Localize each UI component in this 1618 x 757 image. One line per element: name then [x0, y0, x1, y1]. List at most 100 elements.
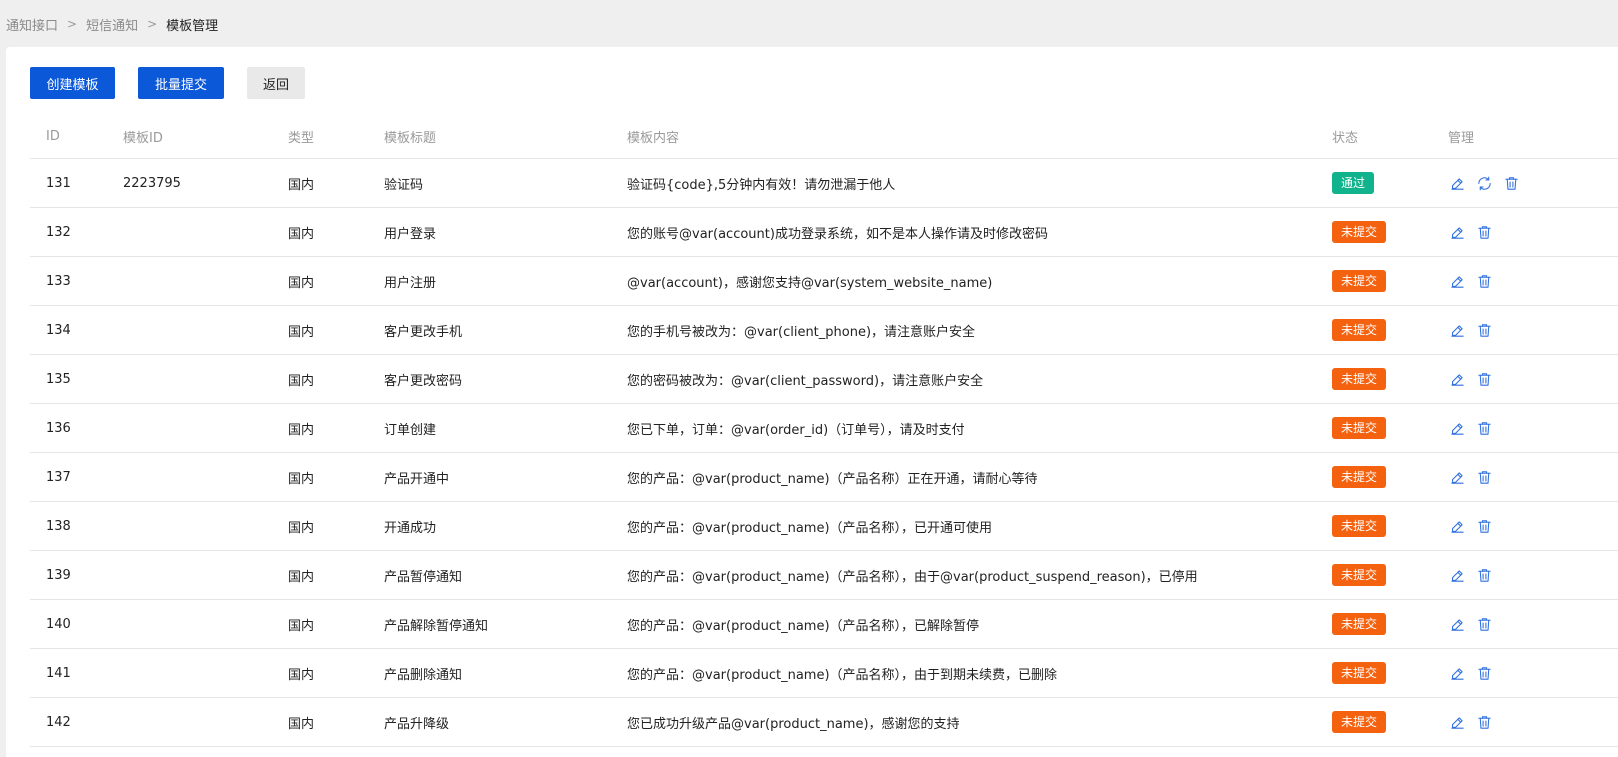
- cell-title: 订单创建: [384, 422, 437, 438]
- cell-content: 您的产品：@var(product_name)（产品名称），已开通可使用: [627, 520, 993, 536]
- cell-id: 134: [46, 322, 71, 338]
- delete-icon[interactable]: [1475, 321, 1493, 339]
- cell-title: 产品升降级: [384, 716, 450, 732]
- cell-title: 用户登录: [384, 226, 437, 242]
- cell-status: 未提交: [1332, 368, 1448, 390]
- delete-icon[interactable]: [1475, 713, 1493, 731]
- chevron-right-icon: >: [67, 17, 78, 31]
- edit-icon[interactable]: [1448, 468, 1466, 486]
- cell-id: 138: [46, 518, 71, 534]
- cell-manage: [1448, 615, 1618, 633]
- cell-manage: [1448, 517, 1618, 535]
- table-row: 131 2223795 国内 验证码 验证码{code},5分钟内有效！请勿泄漏于他人 通…: [30, 159, 1618, 208]
- cell-template-id: 2223795: [123, 175, 181, 191]
- status-badge: 未提交: [1332, 270, 1387, 292]
- cell-manage: [1448, 272, 1618, 290]
- cell-id: 136: [46, 420, 71, 436]
- cell-type: 国内: [288, 569, 315, 585]
- cell-manage: [1448, 419, 1618, 437]
- cell-status: 未提交: [1332, 711, 1448, 733]
- edit-icon[interactable]: [1448, 370, 1466, 388]
- delete-icon[interactable]: [1475, 664, 1493, 682]
- breadcrumb-item-sms-notify[interactable]: 短信通知: [86, 15, 138, 34]
- table-row: 139 国内 产品暂停通知 您的产品：@var(product_name)（产品名称）…: [30, 551, 1618, 600]
- status-badge: 未提交: [1332, 368, 1387, 390]
- delete-icon[interactable]: [1475, 370, 1493, 388]
- status-badge: 未提交: [1332, 613, 1387, 635]
- column-header-content: 模板内容: [627, 130, 680, 146]
- cell-content: 您的产品：@var(product_name)（产品名称）正在开通，请耐心等待: [627, 471, 1038, 487]
- cell-title: 产品暂停通知: [384, 569, 463, 585]
- template-table: ID 模板ID 类型 模板标题 模板内容 状态 管理 131 2223795 国内 验…: [30, 114, 1618, 747]
- edit-icon[interactable]: [1448, 174, 1466, 192]
- delete-icon[interactable]: [1475, 468, 1493, 486]
- column-header-manage: 管理: [1448, 130, 1475, 146]
- sync-icon[interactable]: [1475, 174, 1493, 192]
- create-template-button[interactable]: 创建模板: [30, 67, 115, 99]
- cell-type: 国内: [288, 422, 315, 438]
- cell-content: @var(account)，感谢您支持@var(system_website_n…: [627, 275, 993, 291]
- cell-title: 产品开通中: [384, 471, 450, 487]
- delete-icon[interactable]: [1502, 174, 1520, 192]
- cell-id: 135: [46, 371, 71, 387]
- cell-title: 用户注册: [384, 275, 437, 291]
- toolbar: 创建模板 批量提交 返回: [30, 67, 305, 99]
- cell-content: 您的产品：@var(product_name)（产品名称），由于@var(pro…: [627, 569, 1198, 585]
- delete-icon[interactable]: [1475, 517, 1493, 535]
- edit-icon[interactable]: [1448, 664, 1466, 682]
- cell-type: 国内: [288, 177, 315, 193]
- delete-icon[interactable]: [1475, 272, 1493, 290]
- cell-id: 131: [46, 175, 71, 191]
- status-badge: 未提交: [1332, 417, 1387, 439]
- table-row: 137 国内 产品开通中 您的产品：@var(product_name)（产品名称）正…: [30, 453, 1618, 502]
- cell-id: 142: [46, 714, 71, 730]
- edit-icon[interactable]: [1448, 517, 1466, 535]
- cell-type: 国内: [288, 471, 315, 487]
- status-badge: 未提交: [1332, 221, 1387, 243]
- cell-type: 国内: [288, 373, 315, 389]
- table-body: 131 2223795 国内 验证码 验证码{code},5分钟内有效！请勿泄漏于他人 通…: [30, 159, 1618, 747]
- cell-status: 未提交: [1332, 221, 1448, 243]
- status-badge: 未提交: [1332, 662, 1387, 684]
- edit-icon[interactable]: [1448, 321, 1466, 339]
- cell-content: 您已成功升级产品@var(product_name)，感谢您的支持: [627, 716, 960, 732]
- cell-title: 产品删除通知: [384, 667, 463, 683]
- column-header-type: 类型: [288, 130, 315, 146]
- cell-id: 132: [46, 224, 71, 240]
- cell-manage: [1448, 566, 1618, 584]
- delete-icon[interactable]: [1475, 223, 1493, 241]
- back-button[interactable]: 返回: [247, 67, 305, 99]
- table-row: 135 国内 客户更改密码 您的密码被改为：@var(client_password)…: [30, 355, 1618, 404]
- status-badge: 未提交: [1332, 319, 1387, 341]
- edit-icon[interactable]: [1448, 713, 1466, 731]
- edit-icon[interactable]: [1448, 615, 1466, 633]
- delete-icon[interactable]: [1475, 566, 1493, 584]
- edit-icon[interactable]: [1448, 272, 1466, 290]
- status-badge: 未提交: [1332, 515, 1387, 537]
- delete-icon[interactable]: [1475, 615, 1493, 633]
- cell-status: 未提交: [1332, 270, 1448, 292]
- cell-status: 未提交: [1332, 515, 1448, 537]
- edit-icon[interactable]: [1448, 566, 1466, 584]
- cell-type: 国内: [288, 618, 315, 634]
- table-row: 140 国内 产品解除暂停通知 您的产品：@var(product_name)（产品名…: [30, 600, 1618, 649]
- cell-type: 国内: [288, 667, 315, 683]
- cell-type: 国内: [288, 226, 315, 242]
- cell-manage: [1448, 370, 1618, 388]
- status-badge: 未提交: [1332, 711, 1387, 733]
- cell-id: 140: [46, 616, 71, 632]
- breadcrumb-item-notify-api[interactable]: 通知接口: [6, 15, 58, 34]
- cell-manage: [1448, 468, 1618, 486]
- cell-status: 未提交: [1332, 564, 1448, 586]
- column-header-status: 状态: [1332, 130, 1359, 146]
- cell-status: 未提交: [1332, 662, 1448, 684]
- delete-icon[interactable]: [1475, 419, 1493, 437]
- batch-submit-button[interactable]: 批量提交: [138, 67, 224, 99]
- edit-icon[interactable]: [1448, 419, 1466, 437]
- cell-id: 141: [46, 665, 71, 681]
- edit-icon[interactable]: [1448, 223, 1466, 241]
- cell-title: 产品解除暂停通知: [384, 618, 489, 634]
- cell-content: 验证码{code},5分钟内有效！请勿泄漏于他人: [627, 177, 896, 193]
- cell-content: 您的产品：@var(product_name)（产品名称），已解除暂停: [627, 618, 980, 634]
- status-badge: 通过: [1332, 172, 1375, 194]
